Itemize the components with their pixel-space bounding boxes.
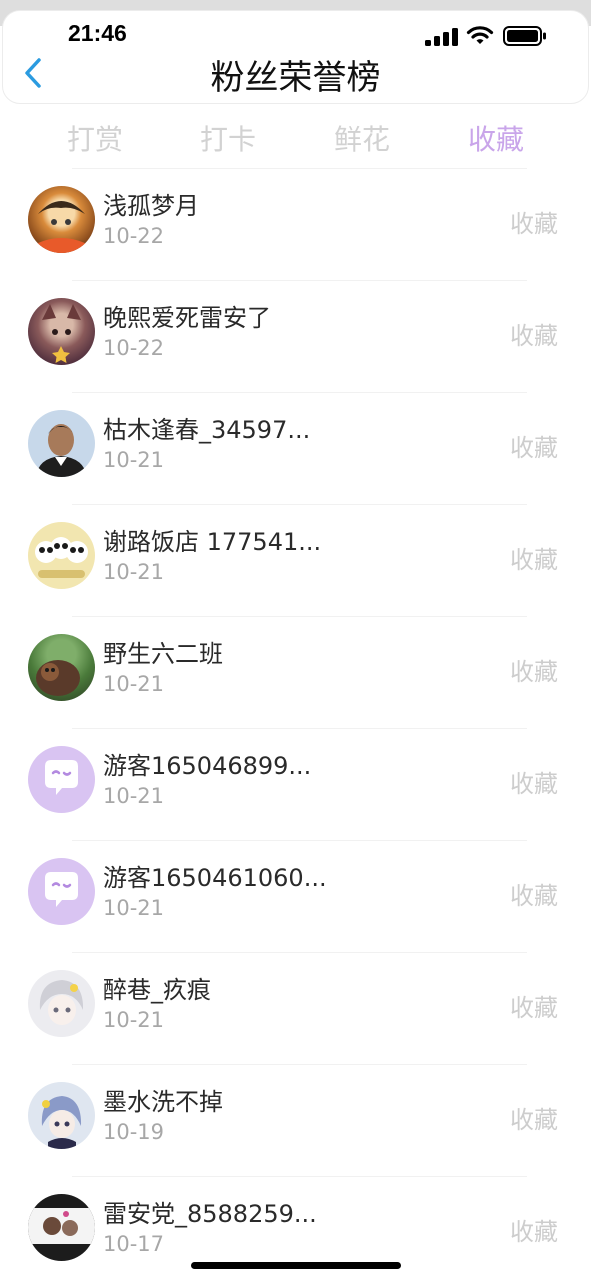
- fan-name: 墨水洗不掉: [103, 1088, 223, 1116]
- tab-reward[interactable]: 打赏: [50, 118, 140, 158]
- fan-date: 10-22: [103, 336, 165, 360]
- panda-avatar-icon[interactable]: [28, 522, 95, 589]
- fan-date: 10-22: [103, 224, 165, 248]
- fan-name: 浅孤梦月: [103, 192, 199, 220]
- page-title: 粉丝荣誉榜: [210, 58, 381, 98]
- fan-date: 10-21: [103, 1008, 165, 1032]
- fan-date: 10-21: [103, 896, 165, 920]
- list-item[interactable]: 游客165046899... 10-21 收藏: [0, 728, 591, 840]
- cellular-signal-icon: [425, 28, 459, 46]
- battery-icon: [503, 26, 546, 46]
- list-item[interactable]: 墨水洗不掉 10-19 收藏: [0, 1064, 591, 1176]
- photo-avatar-man-icon[interactable]: [28, 410, 95, 477]
- monkey-avatar-icon[interactable]: [28, 634, 95, 701]
- home-indicator[interactable]: [191, 1262, 401, 1269]
- default-chat-avatar-icon[interactable]: [28, 858, 95, 925]
- list-item[interactable]: 晚熙爱死雷安了 10-22 收藏: [0, 280, 591, 392]
- list-item[interactable]: 枯木逢春_34597... 10-21 收藏: [0, 392, 591, 504]
- anime-avatar-dark-icon[interactable]: [28, 1194, 95, 1261]
- row-divider: [72, 840, 527, 841]
- row-divider: [72, 168, 527, 169]
- default-chat-avatar-icon[interactable]: [28, 746, 95, 813]
- row-divider: [72, 952, 527, 953]
- status-time: 21:46: [68, 20, 127, 46]
- list-item[interactable]: 游客1650461060... 10-21 收藏: [0, 840, 591, 952]
- list-item[interactable]: 浅孤梦月 10-22 收藏: [0, 168, 591, 280]
- favorite-label: 收藏: [510, 434, 558, 462]
- tab-favorites[interactable]: 收藏: [451, 118, 541, 158]
- row-divider: [72, 1064, 527, 1065]
- row-divider: [72, 728, 527, 729]
- anime-avatar-blue-icon[interactable]: [28, 1082, 95, 1149]
- list-item[interactable]: 醉巷_疚痕 10-21 收藏: [0, 952, 591, 1064]
- fan-name: 醉巷_疚痕: [103, 976, 211, 1004]
- row-divider: [72, 1176, 527, 1177]
- favorite-label: 收藏: [510, 1218, 558, 1246]
- fan-date: 10-21: [103, 560, 165, 584]
- tab-bar: 打赏 打卡 鲜花 收藏: [0, 118, 591, 158]
- favorite-label: 收藏: [510, 994, 558, 1022]
- fan-name: 晚熙爱死雷安了: [103, 304, 271, 332]
- fan-date: 10-21: [103, 448, 165, 472]
- fan-date: 10-21: [103, 784, 165, 808]
- fan-date: 10-19: [103, 1120, 165, 1144]
- tab-flowers[interactable]: 鲜花: [317, 118, 407, 158]
- status-bar: 21:46: [0, 18, 591, 52]
- fan-name: 游客165046899...: [103, 752, 312, 780]
- favorite-label: 收藏: [510, 770, 558, 798]
- favorite-label: 收藏: [510, 658, 558, 686]
- anime-avatar-white-icon[interactable]: [28, 970, 95, 1037]
- row-divider: [72, 504, 527, 505]
- fan-date: 10-17: [103, 1232, 165, 1256]
- anime-avatar-orange-icon[interactable]: [28, 186, 95, 253]
- list-item[interactable]: 谢路饭店 177541... 10-21 收藏: [0, 504, 591, 616]
- fan-name: 谢路饭店 177541...: [103, 528, 322, 556]
- fan-date: 10-21: [103, 672, 165, 696]
- fan-name: 游客1650461060...: [103, 864, 327, 892]
- wifi-icon: [466, 26, 494, 44]
- row-divider: [72, 616, 527, 617]
- favorite-label: 收藏: [510, 882, 558, 910]
- app-screen: 21:46 粉丝荣誉榜 打赏 打卡 鲜花 收藏 浅孤梦月 10-22 收藏 晚熙…: [0, 0, 591, 1280]
- tab-checkin[interactable]: 打卡: [183, 118, 273, 158]
- favorite-label: 收藏: [510, 322, 558, 350]
- fan-name: 枯木逢春_34597...: [103, 416, 311, 444]
- fan-name: 野生六二班: [103, 640, 223, 668]
- anime-avatar-brown-icon[interactable]: [28, 298, 95, 365]
- list-item[interactable]: 野生六二班 10-21 收藏: [0, 616, 591, 728]
- row-divider: [72, 392, 527, 393]
- favorite-label: 收藏: [510, 546, 558, 574]
- favorite-label: 收藏: [510, 210, 558, 238]
- favorite-label: 收藏: [510, 1106, 558, 1134]
- fan-name: 雷安党_8588259...: [103, 1200, 317, 1228]
- row-divider: [72, 280, 527, 281]
